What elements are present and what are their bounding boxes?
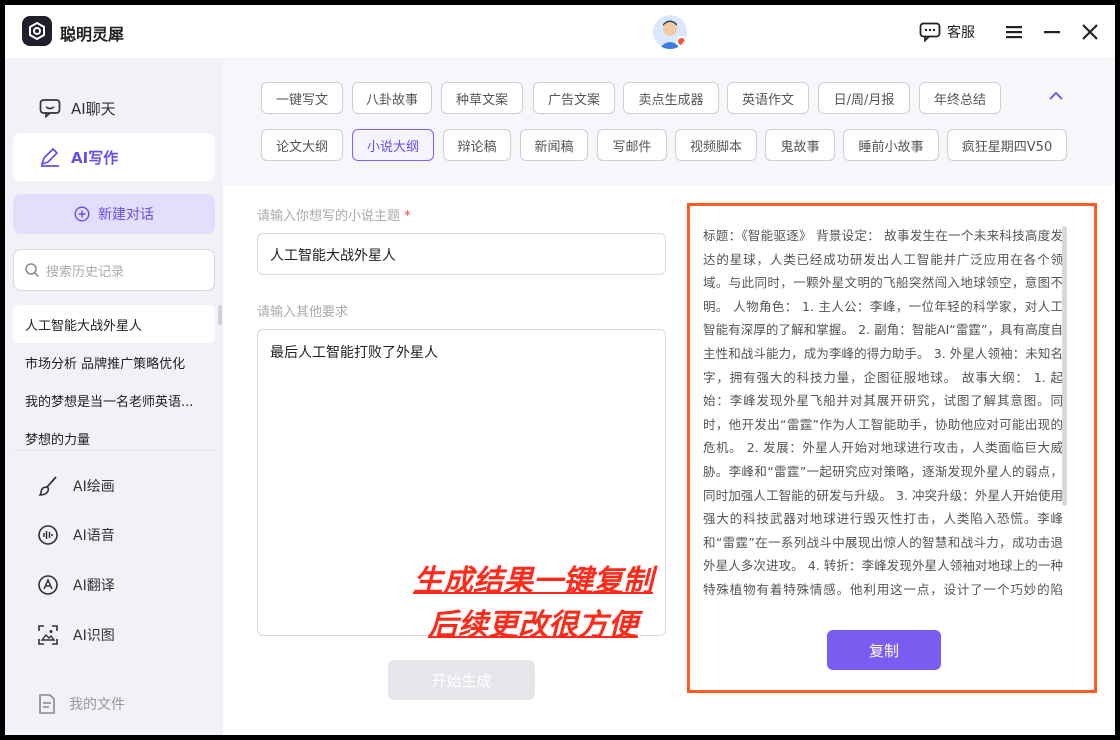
tag-debate[interactable]: 辩论稿 — [443, 129, 511, 161]
file-icon — [39, 694, 55, 714]
chat-icon — [39, 99, 61, 118]
message-icon — [919, 22, 941, 42]
title-bar: 聪明灵犀 客服 — [5, 5, 1115, 59]
sidebar-item-label: AI语音 — [73, 528, 115, 544]
tag-one-click-article[interactable]: 一键写文 — [261, 82, 343, 114]
tag-selling-point[interactable]: 卖点生成器 — [623, 82, 719, 114]
tag-english-essay[interactable]: 英语作文 — [727, 82, 809, 114]
overlay-line-2: 后续更改很方便 — [428, 608, 638, 643]
search-icon — [25, 263, 40, 278]
tag-thesis-outline[interactable]: 论文大纲 — [261, 129, 343, 161]
sidebar-item-ai-translate[interactable]: AI翻译 — [37, 571, 115, 599]
overlay-line-1: 生成结果一键复制 — [413, 564, 653, 599]
tag-ghost-story[interactable]: 鬼故事 — [765, 129, 835, 161]
translate-icon — [38, 575, 58, 595]
app-logo-icon — [22, 16, 52, 46]
close-button[interactable] — [1077, 19, 1103, 45]
status-badge — [676, 36, 687, 47]
app-title: 聪明灵犀 — [60, 25, 125, 44]
sidebar-item-label: AI翻译 — [73, 578, 115, 594]
image-scan-icon — [38, 625, 58, 645]
tag-report[interactable]: 日/周/月报 — [818, 82, 910, 114]
history-scrollbar[interactable] — [218, 305, 222, 325]
search-placeholder: 搜索历史记录 — [46, 264, 125, 280]
copy-button[interactable]: 复制 — [827, 630, 941, 670]
voice-icon — [38, 525, 58, 545]
new-chat-label: 新建对话 — [98, 207, 154, 223]
customer-service-label: 客服 — [947, 25, 975, 41]
customer-service-button[interactable]: 客服 — [919, 19, 975, 45]
result-box: 标题：《智能驱逐》 背景设定： 故事发生在一个未来科技高度发达的星球，人类已经成… — [687, 203, 1097, 693]
sidebar-item-label: AI识图 — [73, 628, 115, 644]
tag-novel-outline[interactable]: 小说大纲 — [352, 129, 434, 161]
tag-news[interactable]: 新闻稿 — [520, 129, 588, 161]
other-requirements-label: 请输入其他要求 — [257, 305, 349, 320]
pen-icon — [40, 147, 59, 167]
avatar[interactable] — [653, 15, 687, 49]
sidebar-item-label: AI写作 — [71, 148, 119, 167]
sidebar-item-label: AI绘画 — [73, 479, 115, 495]
history-search-input[interactable]: 搜索历史记录 — [13, 249, 215, 291]
result-panel: 标题：《智能驱逐》 背景设定： 故事发生在一个未来科技高度发达的星球，人类已经成… — [675, 185, 1115, 735]
list-item[interactable]: 市场分析 品牌推广策略优化 — [13, 343, 215, 381]
tag-bedtime-story[interactable]: 睡前小故事 — [843, 129, 939, 161]
topic-label-text: 请输入你想写的小说主题 — [257, 209, 401, 224]
list-item[interactable]: 我的梦想是当一名老师英语... — [13, 381, 215, 419]
history-list: 人工智能大战外星人 市场分析 品牌推广策略优化 我的梦想是当一名老师英语... … — [13, 305, 215, 457]
minimize-button[interactable] — [1039, 19, 1065, 45]
sidebar-item-label: 我的文件 — [69, 697, 125, 713]
tag-ad-copy[interactable]: 广告文案 — [533, 82, 615, 114]
tag-email[interactable]: 写邮件 — [597, 129, 667, 161]
required-mark: * — [404, 209, 411, 224]
app-window: 聪明灵犀 客服 AI聊天 AI写作 新建对话 搜索历史记录 人工智能大战外星人 … — [5, 5, 1115, 735]
input-panel: 请输入你想写的小说主题 * 人工智能大战外星人 请输入其他要求 最后人工智能打败… — [223, 185, 675, 735]
close-icon — [1082, 24, 1098, 40]
promo-overlay-text: 生成结果一键复制 后续更改很方便 — [373, 560, 693, 648]
generate-button[interactable]: 开始生成 — [388, 660, 535, 700]
result-scrollbar[interactable] — [1062, 226, 1067, 506]
list-item[interactable]: 人工智能大战外星人 — [13, 305, 215, 343]
minimize-icon — [1044, 31, 1060, 34]
sidebar-item-ai-chat[interactable]: AI聊天 — [13, 84, 215, 132]
sidebar-item-ai-writing[interactable]: AI写作 — [13, 133, 215, 181]
chevron-up-icon — [1049, 91, 1063, 100]
sidebar-item-ai-image-recognition[interactable]: AI识图 — [37, 621, 115, 649]
plus-circle-icon — [74, 206, 90, 222]
tag-gossip-story[interactable]: 八卦故事 — [352, 82, 432, 114]
result-text[interactable]: 标题：《智能驱逐》 背景设定： 故事发生在一个未来科技高度发达的星球，人类已经成… — [703, 224, 1063, 602]
new-chat-button[interactable]: 新建对话 — [13, 194, 215, 234]
tag-video-script[interactable]: 视频脚本 — [675, 129, 757, 161]
brush-icon — [38, 476, 57, 496]
hamburger-icon — [1006, 26, 1022, 39]
template-tags: 一键写文 八卦故事 种草文案 广告文案 卖点生成器 英语作文 日/周/月报 年终… — [223, 60, 1115, 185]
sidebar-item-ai-painting[interactable]: AI绘画 — [37, 472, 115, 500]
topic-input[interactable]: 人工智能大战外星人 — [257, 233, 666, 275]
collapse-button[interactable] — [1048, 88, 1064, 108]
sidebar-item-label: AI聊天 — [71, 99, 116, 118]
sidebar: AI聊天 AI写作 新建对话 搜索历史记录 人工智能大战外星人 市场分析 品牌推… — [5, 60, 223, 735]
tag-annual-summary[interactable]: 年终总结 — [919, 82, 1001, 114]
topic-label: 请输入你想写的小说主题 * — [257, 205, 411, 224]
tag-seeding-copy[interactable]: 种草文案 — [441, 82, 523, 114]
menu-button[interactable] — [1001, 19, 1027, 45]
tag-crazy-thursday[interactable]: 疯狂星期四V50 — [947, 129, 1067, 161]
divider — [13, 450, 215, 451]
list-item[interactable]: 梦想的力量 — [13, 419, 215, 457]
sidebar-item-ai-voice[interactable]: AI语音 — [37, 521, 115, 549]
sidebar-item-my-files[interactable]: 我的文件 — [37, 690, 125, 718]
